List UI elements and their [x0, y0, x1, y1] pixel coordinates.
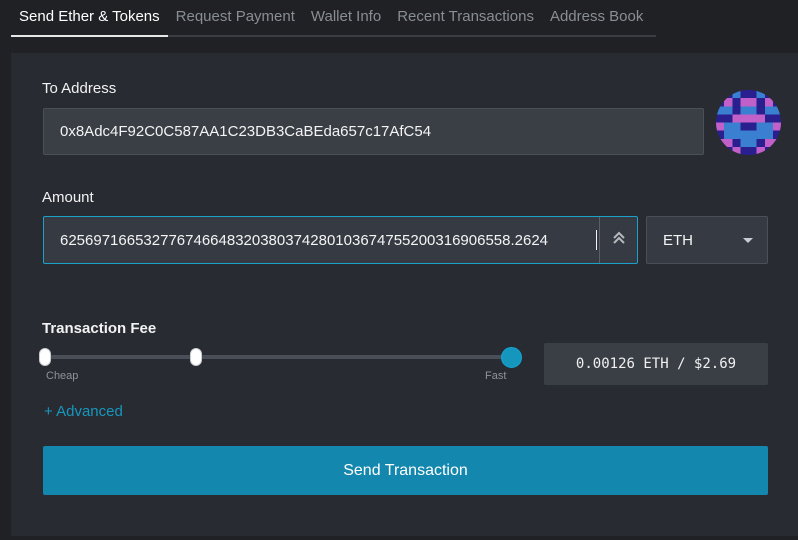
- to-address-label: To Address: [42, 80, 117, 97]
- fee-slider-thumb[interactable]: [501, 347, 522, 368]
- tab-request-payment[interactable]: Request Payment: [168, 0, 303, 35]
- amount-input[interactable]: 6256971665327767466483203803742801036747…: [43, 216, 638, 264]
- send-entire-balance-button[interactable]: [599, 217, 637, 263]
- tab-address-book[interactable]: Address Book: [542, 0, 651, 35]
- currency-select[interactable]: ETH: [646, 216, 768, 264]
- fee-value-text: 0.00126 ETH / $2.69: [575, 356, 737, 372]
- transaction-fee-label: Transaction Fee: [42, 320, 157, 337]
- tab-send-ether-tokens[interactable]: Send Ether & Tokens: [11, 0, 168, 37]
- tab-recent-transactions[interactable]: Recent Transactions: [389, 0, 542, 35]
- send-transaction-button[interactable]: Send Transaction: [43, 446, 768, 495]
- fee-slider-track[interactable]: [45, 355, 512, 359]
- tab-bar: Send Ether & Tokens Request Payment Wall…: [11, 0, 656, 37]
- text-caret: [596, 230, 597, 250]
- send-form-panel: To Address 0x8Adc4F92C0C587AA1C23DB3CaBE…: [11, 53, 798, 536]
- amount-value: 6256971665327767466483203803742801036747…: [60, 231, 549, 249]
- fee-value-display: 0.00126 ETH / $2.69: [544, 343, 768, 385]
- double-chevron-up-icon: [612, 231, 626, 250]
- to-address-input[interactable]: 0x8Adc4F92C0C587AA1C23DB3CaBEda657c17AfC…: [43, 108, 704, 155]
- fee-slider-cheap-label: Cheap: [46, 370, 79, 382]
- currency-value: ETH: [663, 231, 693, 249]
- tab-wallet-info[interactable]: Wallet Info: [303, 0, 389, 35]
- fee-slider-mark-cheap[interactable]: [39, 348, 51, 366]
- amount-label: Amount: [42, 189, 94, 206]
- chevron-down-icon: [743, 237, 753, 243]
- advanced-options-link[interactable]: + Advanced: [44, 403, 123, 420]
- address-identicon: [716, 90, 781, 155]
- fee-slider-fast-label: Fast: [485, 370, 507, 382]
- to-address-value: 0x8Adc4F92C0C587AA1C23DB3CaBEda657c17AfC…: [60, 123, 432, 140]
- fee-slider-mark-middle[interactable]: [190, 348, 202, 366]
- identicon-graphic: [716, 90, 781, 155]
